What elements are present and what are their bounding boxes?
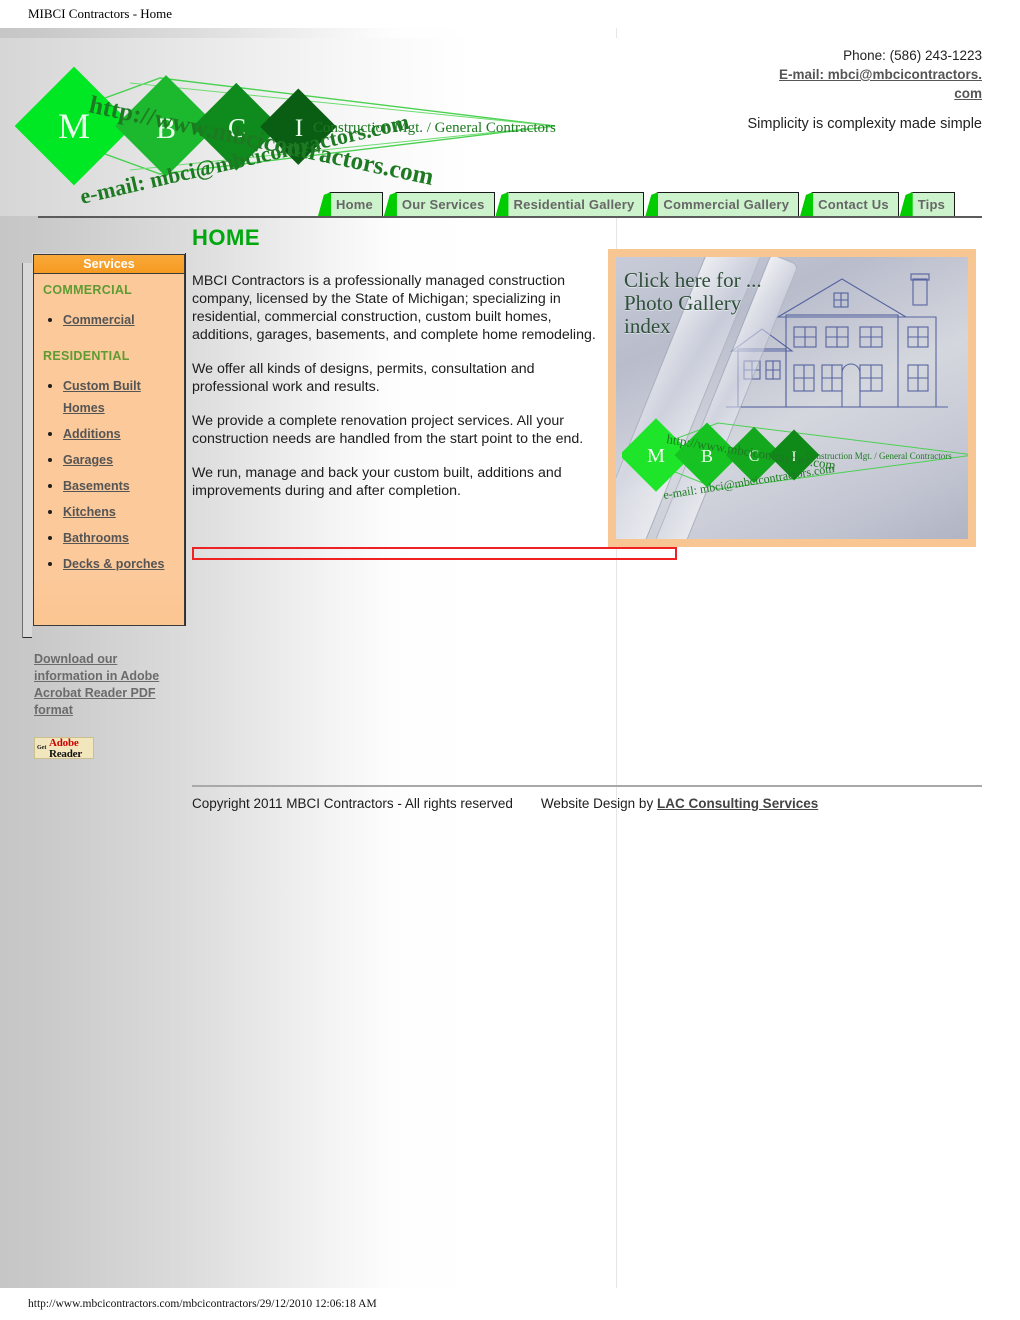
gallery-caption-line3: index bbox=[624, 314, 671, 338]
services-paragraph: We offer all kinds of designs, permits, … bbox=[192, 361, 535, 395]
nav-tab-home-label: Home bbox=[331, 192, 383, 216]
list-item[interactable]: Additions bbox=[45, 423, 180, 445]
gallery-mbci-logo: M B C I http://www.mbcicontractors.com C… bbox=[622, 418, 968, 502]
svg-text:M: M bbox=[58, 106, 90, 146]
sidebar-link-decks-and-porches[interactable]: Decks & porches bbox=[63, 557, 164, 571]
main-navigation: Home Our Services Residential Gallery Co… bbox=[318, 192, 956, 216]
sidebar-link-bathrooms[interactable]: Bathrooms bbox=[63, 531, 129, 545]
sidebar-fold-edge bbox=[22, 263, 23, 638]
svg-text:Construction Mgt. / General Co: Construction Mgt. / General Contractors bbox=[806, 451, 952, 461]
nav-tab-tips[interactable]: Tips bbox=[899, 192, 956, 216]
sidebar-link-basements[interactable]: Basements bbox=[63, 479, 130, 493]
get-adobe-reader-button[interactable]: Get Adobe Reader bbox=[34, 737, 94, 759]
list-item[interactable]: Custom Built Homes bbox=[45, 375, 180, 419]
tab-wedge-icon bbox=[495, 192, 509, 216]
tab-wedge-icon bbox=[899, 192, 913, 216]
site-logo[interactable]: M B C I http://www.mbcicontractors.com C… bbox=[10, 38, 570, 216]
document-title: MIBCI Contractors - Home bbox=[0, 0, 1020, 28]
list-item[interactable]: Kitchens bbox=[45, 501, 180, 523]
nav-tab-contact-us-label: Contact Us bbox=[813, 192, 899, 216]
nav-tab-our-services-label: Our Services bbox=[396, 192, 495, 216]
sidebar-group-commercial-title: COMMERCIAL bbox=[43, 283, 133, 297]
tab-wedge-icon bbox=[645, 192, 659, 216]
sidebar-group-residential-title: RESIDENTIAL bbox=[43, 349, 130, 363]
intro-paragraph: MBCI Contractors is a professionally man… bbox=[192, 273, 596, 343]
pdf-download-link-line1[interactable]: Download our bbox=[34, 651, 194, 668]
gallery-caption: Click here for ... Photo Gallery index bbox=[624, 269, 762, 338]
copyright-text: Copyright 2011 MBCI Contractors - All ri… bbox=[192, 796, 513, 811]
pdf-download-block[interactable]: Download our information in Adobe Acroba… bbox=[34, 651, 194, 719]
nav-tab-our-services[interactable]: Our Services bbox=[383, 192, 495, 216]
broken-image-placeholder bbox=[192, 547, 677, 560]
list-item[interactable]: Basements bbox=[45, 475, 180, 497]
contact-info: Phone: (586) 243-1223 E-mail: mbci@mbcic… bbox=[682, 46, 982, 103]
design-credit-link[interactable]: LAC Consulting Services bbox=[657, 796, 818, 811]
pdf-download-link-line3[interactable]: Acrobat Reader PDF bbox=[34, 685, 194, 702]
nav-tab-residential-gallery[interactable]: Residential Gallery bbox=[495, 192, 645, 216]
sidebar-header-label: Services bbox=[34, 255, 184, 274]
tab-wedge-icon bbox=[318, 192, 331, 216]
photo-gallery-image: Click here for ... Photo Gallery index M… bbox=[616, 257, 968, 539]
sidebar-residential-list: Custom Built Homes Additions Garages Bas… bbox=[45, 375, 180, 575]
services-sidebar: Services COMMERCIAL Commercial RESIDENTI… bbox=[22, 253, 186, 638]
nav-tab-commercial-gallery[interactable]: Commercial Gallery bbox=[645, 192, 800, 216]
renovation-paragraph: We provide a complete renovation project… bbox=[192, 413, 584, 447]
adobe-product-label: Reader bbox=[49, 748, 83, 759]
nav-tab-tips-label: Tips bbox=[912, 192, 956, 216]
site-tagline: Simplicity is complexity made simple bbox=[747, 116, 982, 132]
design-credit-prefix: Website Design by bbox=[540, 796, 657, 811]
tab-wedge-icon bbox=[800, 192, 814, 216]
sidebar-link-commercial[interactable]: Commercial bbox=[63, 313, 135, 327]
list-item[interactable]: Commercial bbox=[45, 309, 180, 331]
sidebar-card: Services COMMERCIAL Commercial RESIDENTI… bbox=[33, 254, 185, 626]
nav-tab-home[interactable]: Home bbox=[318, 192, 383, 216]
masthead: M B C I http://www.mbcicontractors.com C… bbox=[0, 38, 1020, 216]
footer: Copyright 2011 MBCI Contractors - All ri… bbox=[192, 796, 992, 811]
list-item[interactable]: Garages bbox=[45, 449, 180, 471]
pdf-download-link-line4[interactable]: format bbox=[34, 702, 194, 719]
sidebar-commercial-list: Commercial bbox=[45, 309, 180, 331]
tab-wedge-icon bbox=[383, 192, 397, 216]
gallery-caption-line2: Photo Gallery bbox=[624, 291, 742, 315]
sidebar-body: COMMERCIAL Commercial RESIDENTIAL Custom… bbox=[34, 274, 184, 625]
adobe-get-label: Get bbox=[37, 745, 47, 751]
sidebar-link-custom-built-homes[interactable]: Custom Built Homes bbox=[63, 379, 141, 415]
sidebar-link-garages[interactable]: Garages bbox=[63, 453, 113, 467]
main-content: MBCI Contractors is a professionally man… bbox=[192, 272, 598, 516]
phone-text: Phone: (586) 243-1223 bbox=[843, 48, 982, 63]
footer-divider bbox=[192, 785, 982, 787]
nav-tab-contact-us[interactable]: Contact Us bbox=[800, 192, 899, 216]
email-link-line1[interactable]: E-mail: mbci@mbcicontractors. bbox=[682, 65, 982, 84]
gallery-caption-line1: Click here for ... bbox=[624, 268, 762, 292]
sidebar-link-kitchens[interactable]: Kitchens bbox=[63, 505, 116, 519]
svg-text:M: M bbox=[647, 445, 665, 467]
management-paragraph: We run, manage and back your custom buil… bbox=[192, 465, 562, 499]
list-item[interactable]: Bathrooms bbox=[45, 527, 180, 549]
email-link-line2[interactable]: com bbox=[682, 84, 982, 103]
header-divider bbox=[38, 216, 982, 218]
nav-tab-residential-gallery-label: Residential Gallery bbox=[508, 192, 645, 216]
adobe-reader-icon: Adobe Reader bbox=[49, 738, 83, 759]
sidebar-link-additions[interactable]: Additions bbox=[63, 427, 121, 441]
status-bar: http://www.mbcicontractors.com/mbcicontr… bbox=[0, 1288, 1020, 1320]
list-item[interactable]: Decks & porches bbox=[45, 553, 180, 575]
pdf-download-link-line2[interactable]: information in Adobe bbox=[34, 668, 194, 685]
photo-gallery-link[interactable]: Click here for ... Photo Gallery index M… bbox=[608, 249, 976, 547]
page-title: HOME bbox=[192, 225, 260, 250]
nav-tab-commercial-gallery-label: Commercial Gallery bbox=[658, 192, 800, 216]
mbci-logo-graphic: M B C I http://www.mbcicontractors.com C… bbox=[14, 66, 556, 209]
design-credit: Website Design by LAC Consulting Service… bbox=[541, 796, 818, 811]
